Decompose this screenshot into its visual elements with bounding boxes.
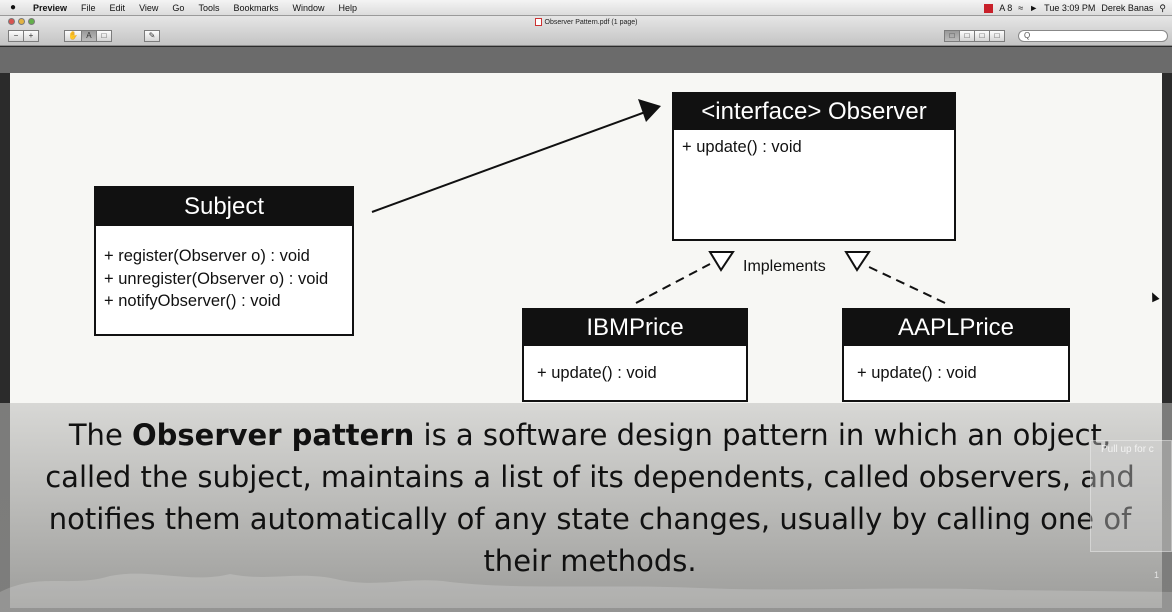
subject-box: Subject + register(Observer o) : void + … xyxy=(94,186,354,336)
subject-op-unregister: + unregister(Observer o) : void xyxy=(104,269,329,288)
aaplprice-box: AAPLPrice + update() : void xyxy=(842,308,1070,402)
ibmprice-operations: + update() : void xyxy=(524,346,746,391)
aaplprice-title: AAPLPrice xyxy=(844,310,1068,346)
subject-title: Subject xyxy=(96,188,352,226)
ibm-realization-arrowhead xyxy=(708,251,735,272)
side-panel-text: Pull up for c xyxy=(1101,444,1154,455)
caption-pre: The xyxy=(68,418,132,452)
ibmprice-op: + update() : void xyxy=(537,364,657,382)
subject-operations: + register(Observer o) : void + unregist… xyxy=(96,226,352,319)
ibmprice-title: IBMPrice xyxy=(524,310,746,346)
aaplprice-operations: + update() : void xyxy=(844,346,1068,391)
association-line xyxy=(371,110,649,213)
observer-op: + update() : void xyxy=(682,138,802,156)
observer-interface-box: <interface> Observer + update() : void xyxy=(672,92,956,241)
aapl-realization-line xyxy=(866,265,946,304)
subject-op-notify: + notifyObserver() : void xyxy=(104,292,281,310)
side-panel-thumbnail[interactable] xyxy=(1090,440,1172,552)
observer-operations: + update() : void xyxy=(674,130,954,165)
subject-op-register: + register(Observer o) : void xyxy=(104,247,310,265)
side-panel-number: 1 xyxy=(1154,570,1160,580)
aaplprice-op: + update() : void xyxy=(857,364,977,382)
aapl-realization-arrowhead xyxy=(844,251,871,272)
caption-bold: Observer pattern xyxy=(132,418,415,452)
association-arrowhead xyxy=(638,99,661,122)
observer-title: <interface> Observer xyxy=(674,94,954,130)
caption-text: The Observer pattern is a software desig… xyxy=(40,414,1140,582)
ibm-realization-line xyxy=(635,263,711,304)
ibmprice-box: IBMPrice + update() : void xyxy=(522,308,748,402)
implements-label: Implements xyxy=(743,258,826,275)
